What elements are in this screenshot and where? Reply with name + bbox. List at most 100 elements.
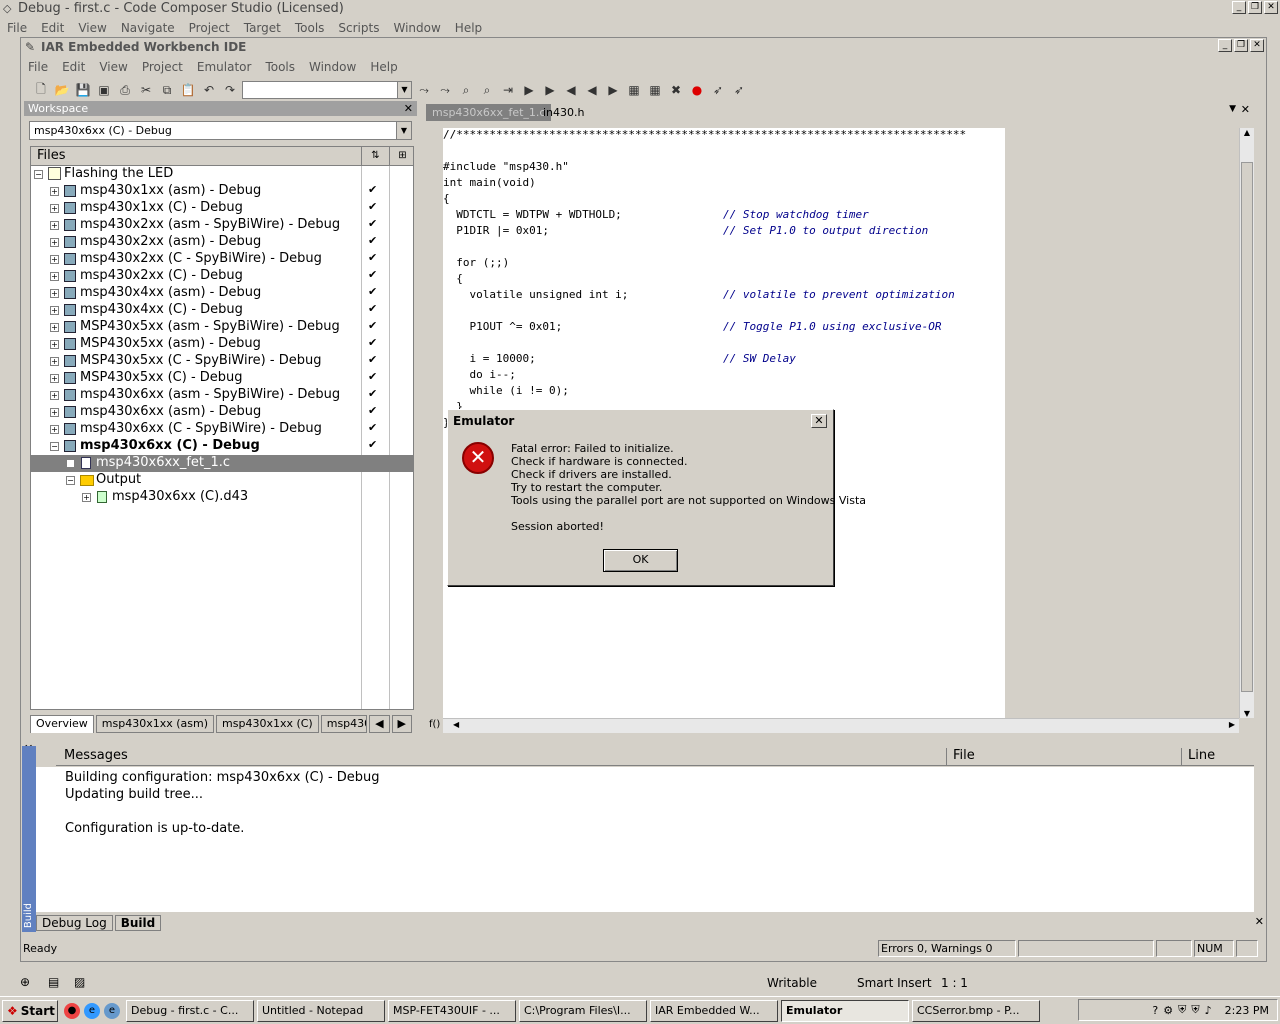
tab-source-file[interactable]: msp430x6xx_fet_1.c [426, 104, 552, 121]
line-col[interactable]: Line [1181, 748, 1215, 766]
ccs-menu-file[interactable]: File [0, 21, 34, 35]
ccs-menu-help[interactable]: Help [448, 21, 489, 35]
iar-menu-project[interactable]: Project [135, 60, 190, 74]
iar-menu-view[interactable]: View [92, 60, 134, 74]
shield-tray-icon[interactable]: ⛨ [1191, 1003, 1199, 1017]
vertical-scrollbar[interactable]: ▲ ▼ [1239, 128, 1254, 718]
tree-project[interactable]: + msp430x1xx (asm) - Debug ✔ [31, 183, 413, 200]
iar-menu-emulator[interactable]: Emulator [190, 60, 259, 74]
clock[interactable]: 2:23 PM [1225, 1004, 1269, 1017]
ccs-menu-edit[interactable]: Edit [34, 21, 71, 35]
ccs-status-icon-2[interactable]: ▤ [48, 975, 59, 989]
tree-project[interactable]: + msp430x6xx (asm) - Debug ✔ [31, 404, 413, 421]
breakpoint-icon[interactable]: ● [688, 81, 706, 99]
debug-icon[interactable]: ➶ [709, 81, 727, 99]
network-tray-icon[interactable]: ⚙ [1163, 1004, 1173, 1017]
antivirus-tray-icon[interactable]: ⛨ [1178, 1003, 1186, 1017]
save-all-icon[interactable]: ▣ [95, 81, 113, 99]
editor-close-icon[interactable]: ✕ [1241, 103, 1250, 116]
chrome-icon[interactable]: ● [64, 1002, 80, 1019]
stop-build-icon[interactable]: ✖ [667, 81, 685, 99]
tree-project[interactable]: + msp430x4xx (asm) - Debug ✔ [31, 285, 413, 302]
ccs-menu-navigate[interactable]: Navigate [114, 21, 182, 35]
tabs-scroll-left-icon[interactable]: ◀ [369, 715, 390, 733]
taskbar-button[interactable]: Emulator [781, 999, 909, 1022]
tree-project[interactable]: + msp430x2xx (asm) - Debug ✔ [31, 234, 413, 251]
find-prev-icon[interactable]: ⤳ [436, 81, 454, 99]
ccs-status-icon-3[interactable]: ▨ [74, 975, 85, 989]
bookmark-toggle-icon[interactable]: ▶ [520, 81, 538, 99]
tab-msp430x2xx-asm-sp[interactable]: msp430x2xx (asm - Sp [320, 715, 368, 733]
tree-output-file[interactable]: + msp430x6xx (C).d43 [31, 489, 413, 506]
tab-msp430x1xx-c[interactable]: msp430x1xx (C) [216, 715, 319, 733]
new-file-icon[interactable]: 🗋 [32, 81, 50, 99]
iar-restore-button[interactable]: ❐ [1234, 39, 1248, 52]
tree-project[interactable]: + msp430x1xx (C) - Debug ✔ [31, 200, 413, 217]
undo-icon[interactable]: ↶ [200, 81, 218, 99]
options-column-icon[interactable]: ⊞ [389, 147, 413, 165]
iar-menu-window[interactable]: Window [302, 60, 363, 74]
tree-project[interactable]: + msp430x4xx (C) - Debug ✔ [31, 302, 413, 319]
compile-icon[interactable]: ▦ [625, 81, 643, 99]
open-folder-icon[interactable]: 📂 [53, 81, 71, 99]
bookmark-next-icon[interactable]: ▶ [541, 81, 559, 99]
workspace-close-icon[interactable]: ✕ [404, 101, 413, 116]
ccs-menu-tools[interactable]: Tools [288, 21, 332, 35]
tree-project[interactable]: + msp430x2xx (C - SpyBiWire) - Debug ✔ [31, 251, 413, 268]
bookmark-prev-icon[interactable]: ◀ [562, 81, 580, 99]
tree-project[interactable]: + msp430x2xx (C) - Debug ✔ [31, 268, 413, 285]
tab-debug-log[interactable]: Debug Log [36, 915, 113, 931]
tab-build[interactable]: Build [114, 915, 162, 931]
ccs-menu-project[interactable]: Project [182, 21, 237, 35]
taskbar-button[interactable]: Debug - first.c - C... [126, 999, 254, 1022]
tab-header-file[interactable]: in430.h [537, 104, 591, 121]
ccs-menu-target[interactable]: Target [237, 21, 288, 35]
file-col[interactable]: File [946, 748, 975, 766]
start-button[interactable]: ❖ Start [2, 999, 58, 1022]
taskbar-button[interactable]: CCSerror.bmp - P... [912, 999, 1040, 1022]
dialog-close-button[interactable]: ✕ [811, 414, 827, 428]
tab-overview[interactable]: Overview [30, 715, 94, 733]
tree-file-row[interactable]: + msp430x6xx_fet_1.c [31, 455, 413, 472]
ccs-menu-view[interactable]: View [71, 21, 113, 35]
horizontal-scrollbar[interactable]: f() ◀ ▶ [429, 718, 1239, 733]
restore-button[interactable]: ❐ [1248, 1, 1262, 14]
messages-col[interactable]: Messages [64, 748, 128, 763]
copy-icon[interactable]: ⧉ [158, 81, 176, 99]
tree-project[interactable]: + msp430x6xx (C - SpyBiWire) - Debug ✔ [31, 421, 413, 438]
ie-icon[interactable]: e [84, 1002, 100, 1019]
make-icon[interactable]: ▦ [646, 81, 664, 99]
iar-minimize-button[interactable]: _ [1218, 39, 1232, 52]
tree-root[interactable]: − Flashing the LED [31, 166, 413, 183]
build-column-icon[interactable]: ⇅ [361, 147, 389, 165]
volume-tray-icon[interactable]: ♪ [1205, 1004, 1212, 1017]
paste-icon[interactable]: 📋 [179, 81, 197, 99]
config-select[interactable]: msp430x6xx (C) - Debug ▼ [29, 121, 412, 140]
tree-project[interactable]: + msp430x6xx (asm - SpyBiWire) - Debug ✔ [31, 387, 413, 404]
tree-output-folder[interactable]: − Output [31, 472, 413, 489]
iar-menu-edit[interactable]: Edit [55, 60, 92, 74]
find-combo[interactable]: ▼ [242, 81, 412, 99]
function-nav[interactable]: f() [429, 719, 440, 730]
ccs-menu-window[interactable]: Window [386, 21, 447, 35]
taskbar-button[interactable]: Untitled - Notepad [257, 999, 385, 1022]
navigate-forward-icon[interactable]: ▶ [604, 81, 622, 99]
find-next-icon[interactable]: ⤳ [415, 81, 433, 99]
iar-menu-file[interactable]: File [21, 60, 55, 74]
minimize-button[interactable]: _ [1232, 1, 1246, 14]
ccs-menu-scripts[interactable]: Scripts [331, 21, 386, 35]
replace-icon[interactable]: ⌕ [478, 81, 496, 99]
ie-alt-icon[interactable]: e [104, 1002, 120, 1019]
ok-button[interactable]: OK [603, 549, 678, 572]
iar-menu-tools[interactable]: Tools [258, 60, 302, 74]
debug-no-download-icon[interactable]: ➶ [730, 81, 748, 99]
iar-menu-help[interactable]: Help [363, 60, 404, 74]
tree-project[interactable]: + msp430x2xx (asm - SpyBiWire) - Debug ✔ [31, 217, 413, 234]
cut-icon[interactable]: ✂ [137, 81, 155, 99]
tree-project[interactable]: + MSP430x5xx (asm) - Debug ✔ [31, 336, 413, 353]
tabs-scroll-right-icon[interactable]: ▶ [391, 715, 412, 733]
help-tray-icon[interactable]: ? [1152, 1004, 1158, 1017]
taskbar-button[interactable]: IAR Embedded W... [650, 999, 778, 1022]
goto-icon[interactable]: ⇥ [499, 81, 517, 99]
navigate-back-icon[interactable]: ◀ [583, 81, 601, 99]
